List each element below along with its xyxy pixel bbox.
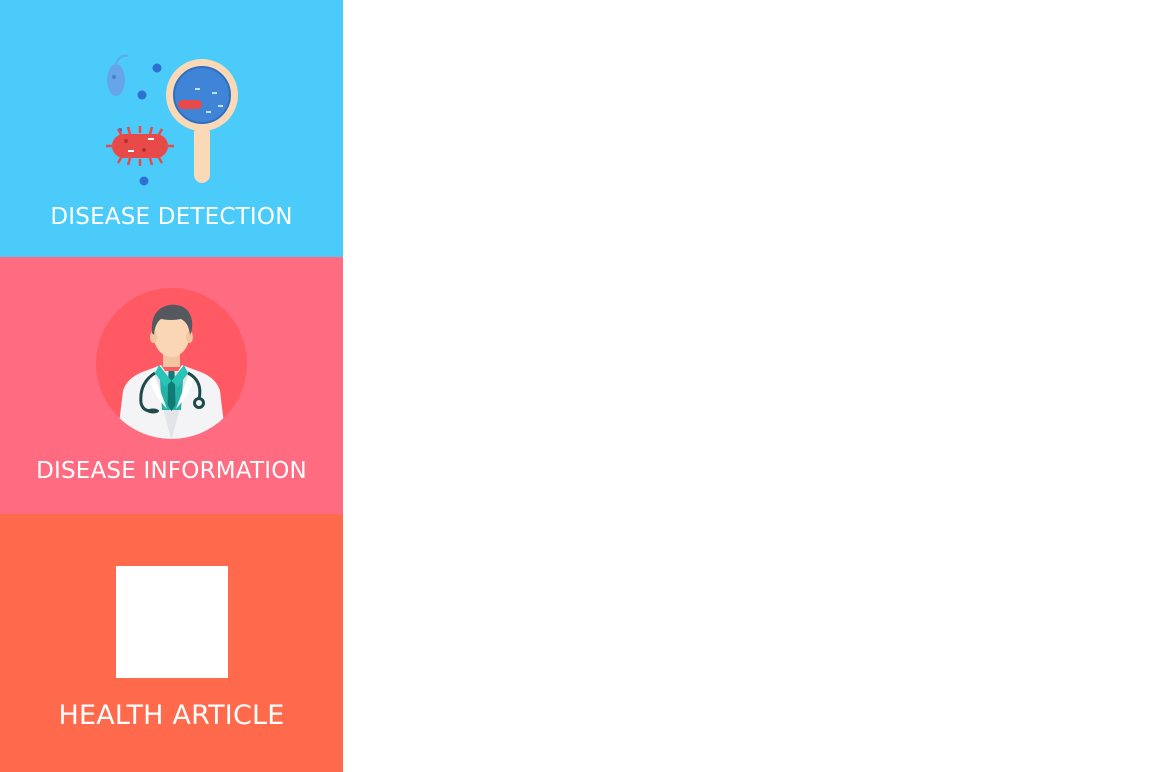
- article-image-icon: [116, 566, 228, 678]
- main-content-area: [343, 0, 1160, 772]
- menu-tile-label: HEALTH ARTICLE: [58, 700, 285, 731]
- menu-tile-health-article[interactable]: HEALTH ARTICLE: [0, 514, 343, 772]
- menu-tile-label: DISEASE INFORMATION: [36, 458, 307, 484]
- menu-tile-disease-information[interactable]: DISEASE INFORMATION: [0, 257, 343, 514]
- doctor-icon: [96, 288, 247, 439]
- magnifier-bacteria-icon: [106, 54, 238, 186]
- menu-tile-label: DISEASE DETECTION: [50, 204, 293, 230]
- menu-tile-disease-detection[interactable]: DISEASE DETECTION: [0, 0, 343, 257]
- sidebar-menu: DISEASE DETECTION DISEASE INFORMATION HE…: [0, 0, 343, 772]
